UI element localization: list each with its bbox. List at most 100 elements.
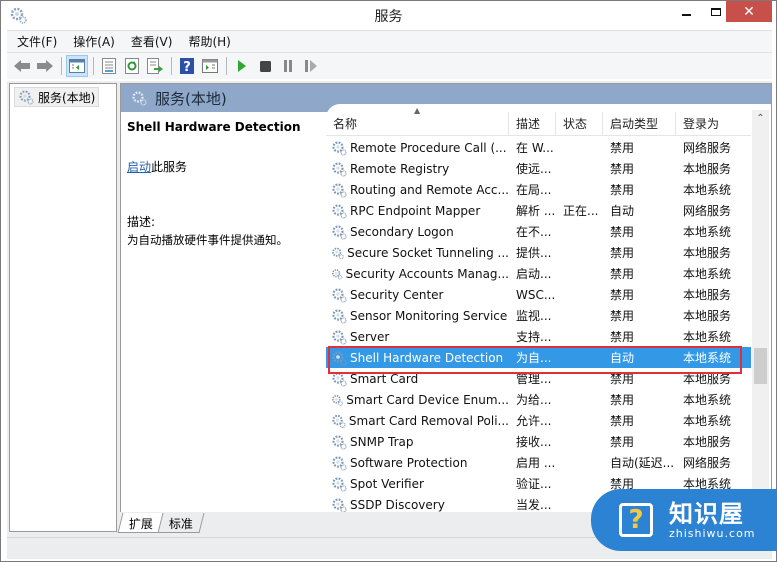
refresh-icon [125, 58, 139, 74]
service-name-cell: Secure Socket Tunneling ... [326, 245, 509, 261]
service-startup-type: 自动 [610, 204, 635, 218]
service-description: 在不... [516, 225, 552, 239]
minimize-button[interactable] [671, 1, 701, 22]
service-row[interactable]: RPC Endpoint Mapper 解析 ... 正在... 自动 网络服务 [326, 200, 751, 221]
service-startup-type: 禁用 [610, 393, 635, 407]
resume-service-icon [305, 60, 317, 72]
vertical-scrollbar[interactable]: ⌃ ⌄ [752, 110, 769, 510]
menu-view[interactable]: 查看(V) [131, 33, 173, 50]
service-gear-icon [332, 350, 347, 366]
services-window: 服务 ✕ 文件(F) 操作(A) 查看(V) 帮助(H) ? 服务(本地) 服务… [0, 0, 777, 562]
toolbar-separator [226, 57, 227, 75]
column-header-description[interactable]: 描述 [509, 112, 556, 135]
start-service-button[interactable] [231, 55, 253, 77]
watermark-brand: 知识屋 [669, 499, 744, 528]
service-name-cell: Software Protection [326, 455, 509, 471]
service-row[interactable]: Security Accounts Manag... 启动... 禁用 本地系统 [326, 263, 751, 284]
service-logon-as: 本地系统 [683, 330, 732, 344]
service-gear-icon [332, 371, 347, 387]
service-name-cell: SNMP Trap [326, 434, 509, 450]
scroll-thumb[interactable] [754, 348, 767, 384]
service-row[interactable]: Routing and Remote Acc... 在局... 禁用 本地系统 [326, 179, 751, 200]
service-name-cell: Remote Registry [326, 161, 509, 177]
service-name: Routing and Remote Acc... [350, 182, 509, 197]
service-description: 接收... [516, 435, 552, 449]
column-header-status[interactable]: 状态 [556, 112, 603, 135]
properties-button[interactable] [98, 55, 120, 77]
service-name: Software Protection [350, 455, 468, 470]
column-header-logon-as[interactable]: 登录为 [676, 112, 751, 135]
service-action-suffix: 此服务 [151, 160, 188, 174]
service-row[interactable]: SNMP Trap 接收... 禁用 本地服务 [326, 431, 751, 452]
forward-button[interactable] [34, 55, 56, 77]
maximize-icon [711, 7, 721, 16]
show-action-pane-button[interactable] [199, 55, 221, 77]
service-row[interactable]: Server 支持... 禁用 本地系统 [326, 326, 751, 347]
service-logon-as: 本地系统 [683, 183, 732, 197]
service-startup-type: 禁用 [610, 162, 635, 176]
show-action-pane-icon [202, 59, 218, 73]
service-row[interactable]: Security Center WSC... 禁用 本地服务 [326, 284, 751, 305]
column-header-name[interactable]: 名称 ▲ [326, 106, 509, 135]
service-row[interactable]: Smart Card Removal Poli... 允许... 禁用 本地系统 [326, 410, 751, 431]
start-service-link[interactable]: 启动 [127, 160, 151, 174]
export-list-button[interactable] [144, 55, 166, 77]
service-logon-as: 网络服务 [683, 204, 732, 218]
service-name: Smart Card Device Enum... [346, 392, 509, 407]
export-list-icon [147, 58, 163, 74]
service-startup-type: 禁用 [610, 246, 635, 260]
service-name-cell: Server [326, 329, 509, 345]
service-name: Smart Card [350, 371, 419, 386]
service-row[interactable]: Shell Hardware Detection 为自... 自动 本地系统 [326, 347, 751, 368]
service-startup-type: 禁用 [610, 183, 635, 197]
service-name-cell: RPC Endpoint Mapper [326, 203, 509, 219]
service-name: Secondary Logon [350, 224, 454, 239]
service-row[interactable]: Secondary Logon 在不... 禁用 本地系统 [326, 221, 751, 242]
pause-service-button[interactable] [277, 55, 299, 77]
refresh-button[interactable] [121, 55, 143, 77]
main-area: 服务(本地) 服务(本地) Shell Hardware Detection 启… [7, 81, 772, 537]
service-startup-type: 自动(延迟... [610, 456, 675, 470]
scroll-up-icon[interactable]: ⌃ [752, 110, 769, 127]
help-button[interactable]: ? [176, 55, 198, 77]
service-row[interactable]: Remote Procedure Call (... 在 W... 禁用 网络服务 [326, 137, 751, 158]
watermark-logo: ? 知识屋 zhishiwu.com [591, 489, 777, 551]
window-title: 服务 [374, 9, 403, 25]
back-button[interactable] [11, 55, 33, 77]
menu-action[interactable]: 操作(A) [73, 33, 115, 50]
services-list: 名称 ▲ 描述 状态 启动类型 登录为 Remote Procedure Cal… [326, 104, 771, 512]
service-row[interactable]: Software Protection 启用 ... 自动(延迟... 网络服务 [326, 452, 751, 473]
service-gear-icon [332, 434, 347, 450]
column-header-startup-type[interactable]: 启动类型 [603, 112, 676, 135]
description-label: 描述: [127, 215, 156, 229]
service-description: 提供... [516, 246, 552, 260]
watermark-text: 知识屋 zhishiwu.com [669, 501, 756, 540]
service-description: 启动... [516, 267, 552, 281]
menu-file[interactable]: 文件(F) [17, 33, 57, 50]
service-logon-as: 本地系统 [683, 225, 732, 239]
stop-service-button[interactable] [254, 55, 276, 77]
service-gear-icon [332, 455, 347, 471]
service-row[interactable]: Secure Socket Tunneling ... 提供... 禁用 本地服务 [326, 242, 751, 263]
close-button[interactable]: ✕ [726, 1, 772, 22]
service-row[interactable]: Remote Registry 使远... 禁用 本地服务 [326, 158, 751, 179]
service-name-cell: Routing and Remote Acc... [326, 182, 509, 198]
service-name: Security Center [350, 287, 444, 302]
service-startup-type: 禁用 [610, 225, 635, 239]
show-hide-console-tree-button[interactable] [66, 55, 88, 77]
service-action-line: 启动此服务 [127, 158, 320, 175]
sort-ascending-icon: ▲ [414, 106, 421, 115]
tree-item-services-local[interactable]: 服务(本地) [14, 87, 100, 107]
menu-help[interactable]: 帮助(H) [188, 33, 230, 50]
service-name: Spot Verifier [350, 476, 424, 491]
stop-service-icon [259, 60, 271, 72]
service-logon-as: 网络服务 [683, 141, 732, 155]
service-row[interactable]: Smart Card Device Enum... 为给... 禁用 本地系统 [326, 389, 751, 410]
tab-standard[interactable]: 标准 [157, 513, 205, 533]
service-row[interactable]: Smart Card 管理... 禁用 本地服务 [326, 368, 751, 389]
services-gear-icon [19, 90, 34, 105]
view-tabs: 扩展 标准 [117, 513, 205, 533]
resume-service-button[interactable] [300, 55, 322, 77]
service-name-cell: Sensor Monitoring Service [326, 308, 509, 324]
service-row[interactable]: Sensor Monitoring Service 监视... 禁用 本地服务 [326, 305, 751, 326]
